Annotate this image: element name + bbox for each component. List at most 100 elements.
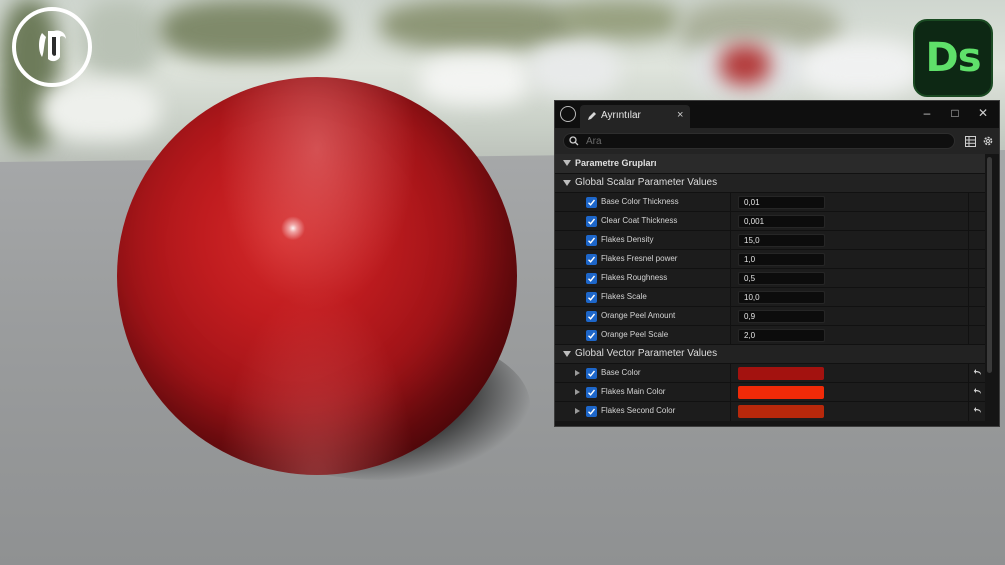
value-field[interactable]: 0,001 xyxy=(738,215,825,228)
checkmark-icon xyxy=(588,332,596,339)
param-value: 0,5 xyxy=(744,274,756,283)
color-param-row: Flakes Main Color xyxy=(555,382,985,402)
reset-to-default-icon[interactable] xyxy=(973,368,983,378)
param-name: Flakes Fresnel power xyxy=(601,254,678,263)
enable-checkbox[interactable] xyxy=(586,197,597,208)
column-divider xyxy=(968,231,969,250)
enable-checkbox[interactable] xyxy=(586,235,597,246)
param-name: Flakes Density xyxy=(601,235,654,244)
value-field[interactable]: 15,0 xyxy=(738,234,825,247)
value-field[interactable]: 0,01 xyxy=(738,196,825,209)
background-wall-left xyxy=(40,80,160,140)
scalar-group-header[interactable]: Global Scalar Parameter Values xyxy=(555,173,985,193)
enable-checkbox[interactable] xyxy=(586,311,597,322)
color-swatch[interactable] xyxy=(738,405,824,418)
column-divider xyxy=(968,250,969,269)
enable-checkbox[interactable] xyxy=(586,254,597,265)
parameter-list: Parametre Grupları Global Scalar Paramet… xyxy=(555,154,999,426)
column-divider xyxy=(730,212,731,231)
background-foliage-2 xyxy=(380,0,580,50)
vector-group-header[interactable]: Global Vector Parameter Values xyxy=(555,344,985,364)
expand-arrow-icon[interactable] xyxy=(575,370,580,376)
column-divider xyxy=(730,307,731,326)
param-name: Orange Peel Amount xyxy=(601,311,676,320)
unreal-engine-logo-icon xyxy=(12,7,92,87)
param-value: 0,001 xyxy=(744,217,765,226)
checkmark-icon xyxy=(588,294,596,301)
table-view-icon[interactable] xyxy=(965,136,976,147)
background-foliage-3 xyxy=(560,0,680,40)
param-row: Flakes Density 15,0 xyxy=(555,230,985,250)
details-panel: Ayrıntılar × – □ ✕ Parametre Grupl xyxy=(554,100,1000,427)
column-divider xyxy=(730,288,731,307)
search-box[interactable] xyxy=(563,133,955,149)
checkmark-icon xyxy=(588,237,596,244)
maximize-button[interactable]: □ xyxy=(945,104,965,122)
value-field[interactable]: 0,9 xyxy=(738,310,825,323)
column-divider xyxy=(730,383,731,402)
column-divider xyxy=(968,212,969,231)
pencil-icon xyxy=(588,112,596,120)
search-input[interactable] xyxy=(586,134,946,148)
group-title: Global Scalar Parameter Values xyxy=(575,177,718,188)
param-value: 0,9 xyxy=(744,312,756,321)
tab-close-icon[interactable]: × xyxy=(677,109,683,121)
reset-to-default-icon[interactable] xyxy=(973,406,983,416)
value-field[interactable]: 1,0 xyxy=(738,253,825,266)
color-swatch[interactable] xyxy=(738,386,824,399)
param-name: Flakes Roughness xyxy=(601,273,668,282)
param-value: 0,01 xyxy=(744,198,760,207)
unreal-small-icon xyxy=(560,106,576,122)
enable-checkbox[interactable] xyxy=(586,387,597,398)
reset-to-default-icon[interactable] xyxy=(973,387,983,397)
param-name: Flakes Main Color xyxy=(601,387,666,396)
checkmark-icon xyxy=(588,389,596,396)
minimize-button[interactable]: – xyxy=(917,104,937,122)
param-name: Flakes Scale xyxy=(601,292,647,301)
checkmark-icon xyxy=(588,313,596,320)
checkmark-icon xyxy=(588,199,596,206)
expand-arrow-icon[interactable] xyxy=(575,389,580,395)
collapse-caret-icon xyxy=(563,180,571,186)
color-swatch[interactable] xyxy=(738,367,824,380)
param-row: Orange Peel Scale 2,0 xyxy=(555,325,985,345)
group-title: Global Vector Parameter Values xyxy=(575,348,718,359)
close-button[interactable]: ✕ xyxy=(973,104,993,122)
checkmark-icon xyxy=(588,408,596,415)
param-value: 1,0 xyxy=(744,255,756,264)
column-divider xyxy=(730,364,731,383)
value-field[interactable]: 10,0 xyxy=(738,291,825,304)
collapse-caret-icon xyxy=(563,160,571,166)
value-field[interactable]: 2,0 xyxy=(738,329,825,342)
param-name: Orange Peel Scale xyxy=(601,330,669,339)
tab-details[interactable]: Ayrıntılar × xyxy=(580,105,690,128)
enable-checkbox[interactable] xyxy=(586,330,597,341)
checkmark-icon xyxy=(588,256,596,263)
column-divider xyxy=(968,307,969,326)
tab-label: Ayrıntılar xyxy=(601,110,641,121)
enable-checkbox[interactable] xyxy=(586,406,597,417)
parameter-groups-header[interactable]: Parametre Grupları xyxy=(555,154,985,173)
gear-icon[interactable] xyxy=(982,135,994,147)
column-divider xyxy=(968,193,969,212)
enable-checkbox[interactable] xyxy=(586,292,597,303)
param-row: Flakes Fresnel power 1,0 xyxy=(555,249,985,269)
param-row: Flakes Roughness 0,5 xyxy=(555,268,985,288)
column-divider xyxy=(968,364,969,383)
scrollbar[interactable] xyxy=(987,157,992,373)
background-sky-patch xyxy=(80,0,160,80)
column-divider xyxy=(730,193,731,212)
checkmark-icon xyxy=(588,218,596,225)
value-field[interactable]: 0,5 xyxy=(738,272,825,285)
param-name: Flakes Second Color xyxy=(601,406,676,415)
expand-arrow-icon[interactable] xyxy=(575,408,580,414)
background-foliage xyxy=(160,0,340,60)
background-red-car xyxy=(720,45,770,85)
enable-checkbox[interactable] xyxy=(586,273,597,284)
checkmark-icon xyxy=(588,275,596,282)
param-value: 10,0 xyxy=(744,293,760,302)
enable-checkbox[interactable] xyxy=(586,368,597,379)
enable-checkbox[interactable] xyxy=(586,216,597,227)
column-divider xyxy=(730,250,731,269)
checkmark-icon xyxy=(588,370,596,377)
